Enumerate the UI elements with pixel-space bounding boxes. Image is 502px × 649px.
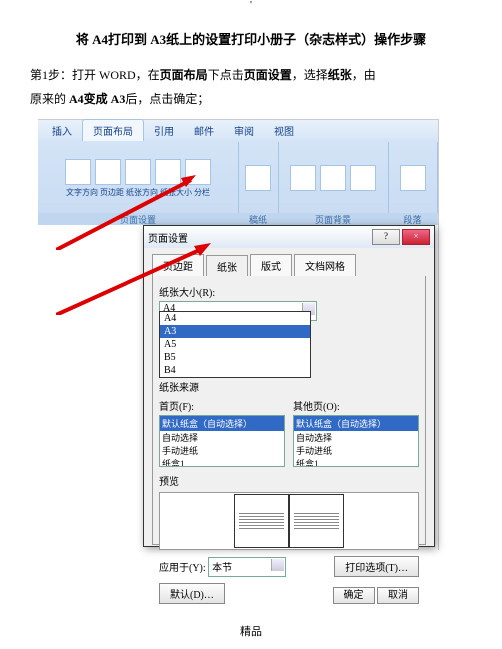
li[interactable]: 纸盒1 (160, 457, 284, 467)
group-page-setup: 文字方向 页边距 纸张方向 纸张大小 分栏 (38, 142, 239, 213)
group-button-labels: 文字方向 页边距 纸张方向 纸张大小 分栏 (66, 187, 210, 198)
t: A4变成 A3 (69, 92, 125, 106)
ok-button[interactable]: 确定 (333, 587, 375, 604)
apply-to-label: 应用于(Y): (159, 563, 206, 574)
group-paragraph (388, 142, 438, 213)
size-icon[interactable] (155, 159, 181, 185)
tab-margins[interactable]: 页边距 (152, 254, 204, 276)
margins-icon[interactable] (95, 159, 121, 185)
indent-icon[interactable] (400, 165, 426, 191)
t: ，选择 (292, 68, 328, 82)
ribbon: 插入 页面布局 引用 邮件 审阅 视图 文字方向 页边距 纸张方向 纸张大小 分… (38, 120, 438, 225)
preview-page-left (234, 494, 289, 548)
preview-box (159, 492, 419, 550)
tab-paper[interactable]: 纸张 (206, 255, 248, 277)
watermark-icon[interactable] (290, 165, 316, 191)
orientation-icon[interactable] (125, 159, 151, 185)
t: 第1步：打开 WORD，在 (30, 68, 160, 82)
dialog-tabs: 页边距 纸张 版式 文档网格 (144, 248, 434, 276)
li[interactable]: 自动选择 (294, 431, 418, 444)
tab-grid[interactable]: 文档网格 (294, 254, 356, 276)
page-color-icon[interactable] (320, 165, 346, 191)
t: 纸张 (328, 68, 352, 82)
l: 分栏 (194, 187, 210, 198)
default-button[interactable]: 默认(D)… (159, 583, 225, 604)
preview-label: 预览 (159, 473, 419, 488)
l: 页边距 (100, 187, 124, 198)
screenshot: 插入 页面布局 引用 邮件 审阅 视图 文字方向 页边距 纸张方向 纸张大小 分… (38, 119, 439, 550)
dialog-title: 页面设置 (148, 230, 188, 245)
option-a4[interactable]: A4 (160, 312, 310, 325)
footer: 精品 (0, 623, 502, 639)
li[interactable]: 默认纸盒（自动选择） (294, 416, 418, 431)
paper-settings-icon[interactable] (245, 165, 271, 191)
option-a5[interactable]: A5 (160, 338, 310, 351)
tab-mailings[interactable]: 邮件 (184, 120, 224, 141)
paper-source-label: 纸张来源 (159, 379, 419, 394)
dialog-titlebar[interactable]: 页面设置 ? × (144, 226, 434, 248)
group-label-page-setup[interactable]: 页面设置 (38, 213, 238, 225)
header-dot: ' (0, 0, 502, 11)
group-label-background: 页面背景 (278, 213, 388, 225)
t: 页面布局 (160, 68, 208, 82)
other-page-list[interactable]: 默认纸盒（自动选择） 自动选择 手动进纸 纸盒1 (293, 415, 419, 467)
group-paper (238, 142, 279, 213)
option-b5[interactable]: B5 (160, 351, 310, 364)
l: 文字方向 (66, 187, 98, 198)
group-page-background (278, 142, 389, 213)
tab-insert[interactable]: 插入 (42, 120, 82, 141)
dialog-body: 纸张大小(R): A4 A4 A3 A5 B5 B4 纸张来源 首页(F): 默… (152, 276, 426, 545)
tab-layout[interactable]: 版式 (250, 254, 292, 276)
preview-page-right (289, 494, 344, 548)
help-button[interactable]: ? (372, 229, 400, 245)
cancel-button[interactable]: 取消 (377, 587, 419, 604)
t: 原来的 (30, 92, 69, 106)
first-page-label: 首页(F): (159, 398, 285, 413)
apply-to-select[interactable]: 本节 (208, 557, 286, 577)
li[interactable]: 自动选择 (160, 431, 284, 444)
page-setup-dialog: 页面设置 ? × 页边距 纸张 版式 文档网格 纸张大小(R): A4 A4 A… (143, 225, 435, 547)
l: 纸张大小 (160, 187, 192, 198)
step-line-1: 第1步：打开 WORD，在页面布局下点击页面设置，选择纸张，由 (30, 63, 472, 87)
tab-review[interactable]: 审阅 (224, 120, 264, 141)
tab-page-layout[interactable]: 页面布局 (82, 119, 144, 141)
paper-size-dropdown: A4 A3 A5 B5 B4 (159, 311, 311, 378)
group-label-paper: 稿纸 (238, 213, 278, 225)
tab-view[interactable]: 视图 (264, 120, 304, 141)
tab-references[interactable]: 引用 (144, 120, 184, 141)
l: 纸张方向 (126, 187, 158, 198)
li[interactable]: 手动进纸 (160, 444, 284, 457)
first-page-list[interactable]: 默认纸盒（自动选择） 自动选择 手动进纸 纸盒1 (159, 415, 285, 467)
print-options-button[interactable]: 打印选项(T)… (334, 556, 419, 577)
li[interactable]: 手动进纸 (294, 444, 418, 457)
columns-icon[interactable] (185, 159, 211, 185)
other-page-label: 其他页(O): (293, 398, 419, 413)
option-b4[interactable]: B4 (160, 364, 310, 377)
paper-size-label: 纸张大小(R): (159, 284, 419, 299)
close-button[interactable]: × (402, 229, 430, 245)
li[interactable]: 默认纸盒（自动选择） (160, 416, 284, 431)
doc-title: 将 A4打印到 A3纸上的设置打印小册子（杂志样式）操作步骤 (0, 29, 502, 48)
ribbon-tabs: 插入 页面布局 引用 邮件 审阅 视图 (38, 120, 438, 140)
li[interactable]: 纸盒1 (294, 457, 418, 467)
step-line-2: 原来的 A4变成 A3后，点击确定； (30, 87, 472, 111)
t: 下点击 (208, 68, 244, 82)
group-label-paragraph: 段落 (388, 213, 437, 225)
page-border-icon[interactable] (350, 165, 376, 191)
text-direction-icon[interactable] (65, 159, 91, 185)
t: 后，点击确定； (125, 92, 209, 106)
option-a3[interactable]: A3 (160, 325, 310, 338)
t: 页面设置 (244, 68, 292, 82)
t: ，由 (352, 68, 376, 82)
